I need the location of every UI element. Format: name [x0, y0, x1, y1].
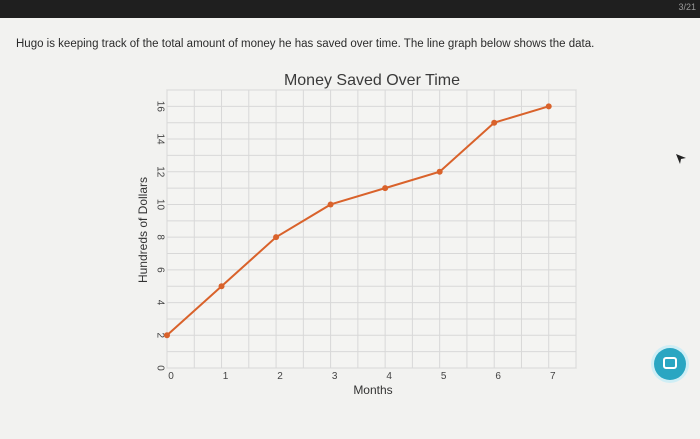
y-tick-label: 10: [154, 199, 165, 211]
x-tick-label: 3: [332, 371, 338, 382]
x-tick-label: 7: [550, 371, 556, 382]
line-chart: Money Saved Over Time 02468101214160 1 2 3 4…: [136, 72, 577, 397]
data-point: [218, 283, 225, 290]
x-tick-label: 4: [386, 371, 392, 382]
y-tick-label: 6: [154, 267, 165, 273]
y-tick-label: 12: [154, 166, 165, 178]
y-tick-label: 8: [154, 234, 165, 240]
data-point: [164, 332, 170, 339]
data-point: [436, 168, 443, 175]
x-tick-label: 1: [223, 371, 229, 382]
data-point: [327, 201, 334, 208]
y-tick-label: 2: [154, 333, 165, 339]
y-tick-label: 4: [154, 300, 165, 306]
data-point: [545, 103, 552, 110]
y-tick-label: 16: [154, 101, 165, 113]
x-tick-label: 6: [495, 371, 501, 382]
action-button[interactable]: [654, 348, 686, 380]
chart-title: Money Saved Over Time: [284, 72, 460, 89]
message-icon: [663, 357, 677, 369]
data-point: [491, 119, 498, 126]
chart-grid: [166, 89, 577, 369]
data-point: [273, 234, 280, 241]
mouse-cursor-icon: [676, 154, 686, 164]
y-tick-label: 0: [154, 365, 165, 371]
x-tick-label: 5: [441, 371, 447, 382]
plot-area: [166, 89, 577, 369]
x-axis-label: Months: [353, 383, 392, 397]
y-tick-label: 14: [154, 133, 165, 145]
x-tick-label: 0: [168, 371, 174, 382]
y-axis-label: Hundreds of Dollars: [136, 177, 150, 283]
x-tick-label: 2: [277, 371, 283, 382]
data-point: [382, 185, 389, 192]
